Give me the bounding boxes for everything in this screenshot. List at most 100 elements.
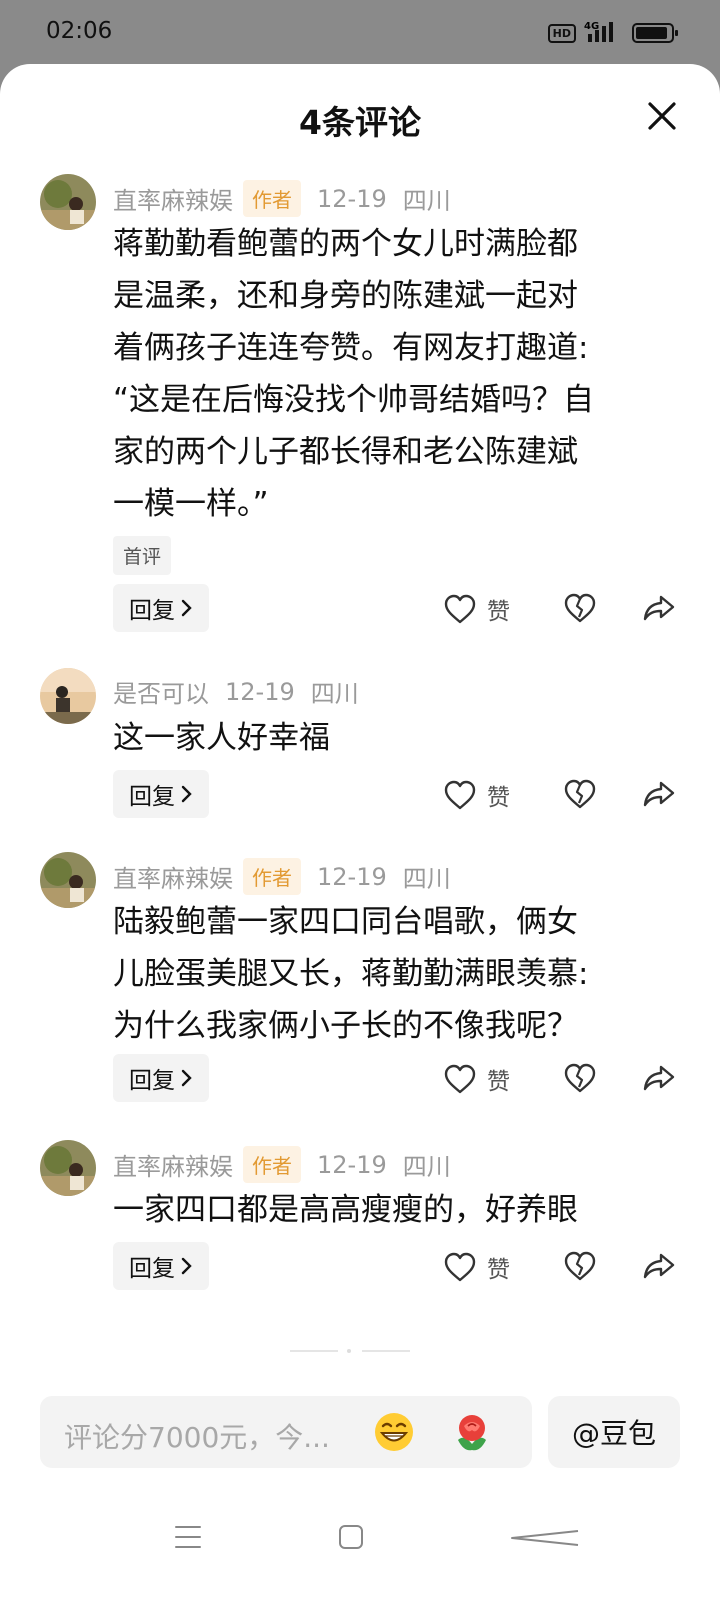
status-bar: 02:06 HD 4G bbox=[0, 0, 720, 64]
dislike-button[interactable] bbox=[563, 1250, 597, 1286]
chevron-right-icon bbox=[181, 599, 192, 617]
close-icon bbox=[648, 102, 676, 130]
comment-line: 陆毅鲍蕾一家四口同台唱歌，俩女 bbox=[113, 904, 578, 940]
comment-location: 四川 bbox=[310, 680, 359, 708]
author-badge: 作者 bbox=[243, 180, 301, 217]
comment-actions: 回复 赞 bbox=[0, 1054, 720, 1102]
avatar[interactable] bbox=[40, 668, 96, 724]
comment-line: 是温柔，还和身旁的陈建斌一起对 bbox=[113, 278, 578, 314]
comment-actions: 回复 赞 bbox=[0, 1242, 720, 1290]
like-button[interactable]: 赞 bbox=[443, 592, 510, 626]
system-nav-bar bbox=[0, 1504, 720, 1612]
comment-text[interactable]: 蒋勤勤看鲍蕾的两个女儿时满脸都 是温柔，还和身旁的陈建斌一起对 着俩孩子连连夸赞… bbox=[113, 218, 673, 530]
comment-line: 儿脸蛋美腿又长，蒋勤勤满眼羡慕: bbox=[113, 956, 589, 992]
sheet-title: 4条评论 bbox=[299, 103, 421, 142]
comment-actions: 回复 赞 bbox=[0, 770, 720, 818]
comment-meta: 是否可以 12-19 四川 bbox=[113, 674, 359, 709]
comment-sheet: 4条评论 直率麻辣娱 作者 12-19 四川 蒋勤勤看鲍蕾的两个女儿时满脸都 是… bbox=[0, 64, 720, 1612]
comment-line: “这是在后悔没找个帅哥结婚吗？自 bbox=[113, 382, 595, 418]
scroll-indicator bbox=[0, 1349, 720, 1354]
like-label: 赞 bbox=[487, 785, 510, 811]
like-button[interactable]: 赞 bbox=[443, 1250, 510, 1284]
comment-date: 12-19 bbox=[225, 677, 295, 706]
reply-button[interactable]: 回复 bbox=[113, 584, 209, 632]
signal-icon: 4G bbox=[584, 20, 624, 46]
status-time: 02:06 bbox=[46, 18, 113, 44]
comment-location: 四川 bbox=[402, 865, 451, 893]
back-icon[interactable] bbox=[508, 1528, 580, 1548]
avatar[interactable] bbox=[40, 852, 96, 908]
hd-icon: HD bbox=[547, 23, 576, 43]
comment-meta: 直率麻辣娱 作者 12-19 四川 bbox=[113, 1146, 451, 1183]
share-button[interactable] bbox=[642, 1062, 676, 1098]
like-label: 赞 bbox=[487, 599, 510, 625]
share-arrow-icon bbox=[643, 1253, 675, 1279]
first-comment-tag: 首评 bbox=[113, 536, 172, 575]
author-badge: 作者 bbox=[243, 858, 301, 895]
like-label: 赞 bbox=[487, 1257, 510, 1283]
comment-actions: 回复 赞 bbox=[0, 584, 720, 632]
comment-line: 一家四口都是高高瘦瘦的，好养眼 bbox=[113, 1192, 578, 1228]
heart-icon bbox=[444, 1252, 476, 1282]
broken-heart-icon bbox=[564, 593, 596, 623]
heart-icon bbox=[444, 780, 476, 810]
heart-icon bbox=[444, 1064, 476, 1094]
reply-label: 回复 bbox=[129, 598, 175, 624]
close-button[interactable] bbox=[644, 98, 680, 134]
comment-text[interactable]: 陆毅鲍蕾一家四口同台唱歌，俩女 儿脸蛋美腿又长，蒋勤勤满眼羡慕: 为什么我家俩小… bbox=[113, 896, 673, 1052]
author-name[interactable]: 直率麻辣娱 bbox=[113, 181, 233, 216]
like-button[interactable]: 赞 bbox=[443, 1062, 510, 1096]
share-button[interactable] bbox=[642, 778, 676, 814]
grinning-emoji-icon[interactable] bbox=[372, 1410, 416, 1454]
avatar[interactable] bbox=[40, 1140, 96, 1196]
comment-meta: 直率麻辣娱 作者 12-19 四川 bbox=[113, 180, 451, 217]
dislike-button[interactable] bbox=[563, 1062, 597, 1098]
reply-label: 回复 bbox=[129, 1068, 175, 1094]
battery-icon bbox=[632, 23, 678, 43]
author-name[interactable]: 直率麻辣娱 bbox=[113, 1147, 233, 1182]
heart-icon bbox=[444, 594, 476, 624]
broken-heart-icon bbox=[564, 1063, 596, 1093]
comment-date: 12-19 bbox=[317, 862, 387, 891]
comment-input-placeholder: 评论分7000元，今... bbox=[64, 1421, 330, 1454]
at-doubao-button[interactable]: @豆包 bbox=[548, 1396, 680, 1468]
share-button[interactable] bbox=[642, 592, 676, 628]
reply-button[interactable]: 回复 bbox=[113, 1242, 209, 1290]
dislike-button[interactable] bbox=[563, 592, 597, 628]
broken-heart-icon bbox=[564, 779, 596, 809]
chevron-right-icon bbox=[181, 1069, 192, 1087]
like-button[interactable]: 赞 bbox=[443, 778, 510, 812]
comment-line: 蒋勤勤看鲍蕾的两个女儿时满脸都 bbox=[113, 226, 578, 262]
home-square-icon[interactable] bbox=[338, 1524, 364, 1550]
dislike-button[interactable] bbox=[563, 778, 597, 814]
chevron-right-icon bbox=[181, 785, 192, 803]
comment-meta: 直率麻辣娱 作者 12-19 四川 bbox=[113, 858, 451, 895]
share-arrow-icon bbox=[643, 595, 675, 621]
comment-location: 四川 bbox=[402, 1153, 451, 1181]
reply-label: 回复 bbox=[129, 1256, 175, 1282]
reply-button[interactable]: 回复 bbox=[113, 770, 209, 818]
reply-button[interactable]: 回复 bbox=[113, 1054, 209, 1102]
comment-text[interactable]: 这一家人好幸福 bbox=[113, 712, 673, 764]
reply-label: 回复 bbox=[129, 784, 175, 810]
like-label: 赞 bbox=[487, 1069, 510, 1095]
share-arrow-icon bbox=[643, 1065, 675, 1091]
comment-line: 为什么我家俩小子长的不像我呢？ bbox=[113, 1008, 578, 1044]
comment-date: 12-19 bbox=[317, 184, 387, 213]
rose-emoji-icon[interactable] bbox=[450, 1410, 494, 1454]
comment-text[interactable]: 一家四口都是高高瘦瘦的，好养眼 bbox=[113, 1184, 673, 1236]
comment-input[interactable]: 评论分7000元，今... bbox=[40, 1396, 532, 1468]
author-badge: 作者 bbox=[243, 1146, 301, 1183]
comment-line: 着俩孩子连连夸赞。有网友打趣道: bbox=[113, 330, 589, 366]
broken-heart-icon bbox=[564, 1251, 596, 1281]
author-name[interactable]: 直率麻辣娱 bbox=[113, 859, 233, 894]
comment-date: 12-19 bbox=[317, 1150, 387, 1179]
status-icons: HD 4G bbox=[547, 20, 678, 46]
comment-line: 家的两个儿子都长得和老公陈建斌 bbox=[113, 434, 578, 470]
menu-icon[interactable] bbox=[174, 1524, 202, 1550]
share-button[interactable] bbox=[642, 1250, 676, 1286]
avatar[interactable] bbox=[40, 174, 96, 230]
author-name[interactable]: 是否可以 bbox=[113, 674, 209, 709]
chevron-right-icon bbox=[181, 1257, 192, 1275]
share-arrow-icon bbox=[643, 781, 675, 807]
